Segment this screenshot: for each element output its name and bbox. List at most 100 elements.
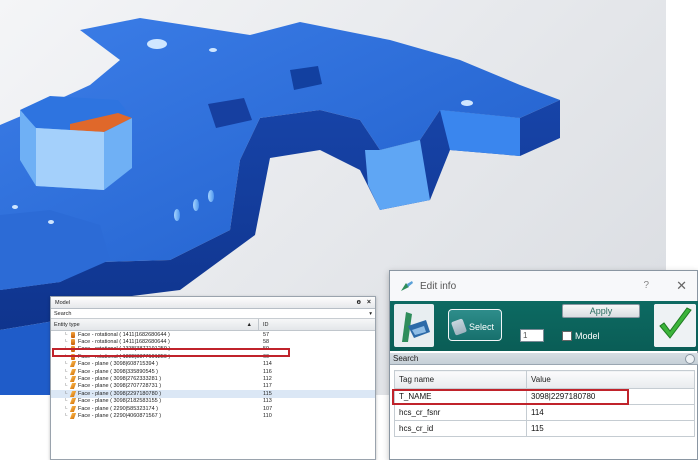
hole-top-4 [461, 100, 473, 106]
tree-row-label: Face - plane ( 2290|585323174 ) [78, 405, 159, 412]
tree-row-label: Face - plane ( 2290|4060871567 ) [78, 412, 162, 419]
column-value[interactable]: Value [526, 370, 695, 389]
tree-row-id: 113 [263, 398, 272, 405]
tree-row-id: 117 [263, 383, 272, 390]
dialog-toolbar: Select 1 Apply Model [390, 301, 698, 351]
tree-row-id: 107 [263, 405, 273, 412]
tag-name-cell: hcs_cr_fsnr [394, 404, 527, 421]
ok-checkmark-icon[interactable] [654, 304, 696, 347]
plane-face-icon [69, 398, 77, 405]
rotational-face-icon [71, 339, 75, 346]
plane-face-icon [69, 390, 77, 397]
dialog-search-label: Search [393, 354, 419, 363]
tree-row-id: 58 [263, 339, 270, 346]
hole-left [12, 205, 18, 209]
tag-table-header: Tag name Value [394, 370, 695, 389]
tree-connector: └ [63, 331, 68, 338]
model-tree-panel: Model ɵ × Search ▾ Entity type ▲ ID └ Face… [50, 296, 376, 460]
model-search-bar[interactable]: Search ▾ [51, 309, 375, 319]
model-tree-rows: └ Face - rotational ( 1411|1682680644 ) 57… [51, 331, 375, 420]
model-checkbox[interactable]: Model [562, 331, 600, 341]
tree-row-label: Face - plane ( 3098|608715394 ) [78, 361, 159, 368]
rotational-face-icon [71, 331, 75, 338]
close-icon[interactable]: × [367, 299, 371, 306]
tree-connector: └ [63, 339, 68, 346]
plane-face-icon [69, 412, 77, 419]
edit-info-icon [401, 281, 413, 291]
plane-face-icon [69, 405, 77, 412]
tree-row-entity: └ Face - rotational ( 1411|1682680644 ) [51, 339, 261, 346]
selection-count-field[interactable]: 1 [520, 329, 544, 342]
tree-row[interactable]: └ Face - plane ( 3098|2297180780 ) 115 [51, 390, 375, 398]
select-cursor-icon [450, 318, 468, 336]
tree-row-id: 114 [263, 361, 272, 368]
help-button[interactable]: ? [643, 280, 649, 291]
plane-face-icon [69, 383, 77, 390]
tag-value-cell[interactable]: 115 [526, 420, 695, 437]
tree-row-id: 57 [263, 331, 270, 338]
tree-row-entity: └ Face - plane ( 3098|2762333281 ) [51, 376, 261, 383]
apply-button[interactable]: Apply [562, 304, 640, 318]
model-panel-titlebar: Model ɵ × [51, 297, 375, 309]
side-hole-1 [174, 209, 180, 221]
close-button[interactable]: ✕ [676, 278, 687, 294]
tag-row[interactable]: hcs_cr_id 115 [394, 420, 695, 437]
tree-row-label: Face - rotational ( 1411|1682680644 ) [78, 331, 170, 338]
tree-row[interactable]: └ Face - plane ( 3098|2762333281 ) 112 [51, 375, 375, 383]
dialog-title: Edit info [420, 280, 457, 292]
column-tag-name[interactable]: Tag name [394, 370, 527, 389]
plane-face-icon [69, 376, 77, 383]
tree-row[interactable]: └ Face - rotational ( 1411|1682680644 ) 58 [51, 338, 375, 346]
plane-face-icon [69, 361, 77, 368]
hole-left-2 [48, 220, 54, 224]
sort-arrow-icon: ▲ [246, 321, 252, 328]
tree-row-id: 115 [263, 390, 272, 397]
select-button[interactable]: Select [448, 309, 502, 341]
tree-row-label: Face - plane ( 3098|2707728731 ) [78, 383, 162, 390]
side-hole-3 [208, 190, 214, 202]
column-entity-type[interactable]: Entity type [54, 322, 80, 328]
chevron-down-icon[interactable]: ▾ [369, 311, 372, 317]
tree-row-entity: └ Face - rotational ( 1411|1682680644 ) [51, 331, 261, 338]
expand-chevron-icon[interactable] [685, 354, 695, 364]
tag-name-cell: hcs_cr_id [394, 420, 527, 437]
tree-row[interactable]: └ Face - rotational ( 1411|1682680644 ) 57 [51, 331, 375, 338]
hole-top-1 [147, 39, 167, 49]
tree-row[interactable]: └ Face - plane ( 2290|4060871567 ) 110 [51, 412, 375, 419]
model-table-header: Entity type ▲ ID [51, 319, 375, 331]
tag-value-cell[interactable]: 114 [526, 404, 695, 421]
tree-row-label: Face - plane ( 3098|2297180780 ) [78, 390, 162, 397]
edit-info-dialog: Edit info ? ✕ Select 1 Apply Model Searc… [389, 270, 698, 460]
tag-row[interactable]: hcs_cr_fsnr 114 [394, 404, 695, 421]
tree-row-entity: └ Face - plane ( 3098|2182583155 ) [51, 398, 261, 405]
model-search-label: Search [54, 310, 72, 317]
tree-row[interactable]: └ Face - plane ( 3098|608715394 ) 114 [51, 361, 375, 368]
tree-row[interactable]: └ Face - plane ( 2290|585323174 ) 107 [51, 405, 375, 412]
pin-icon[interactable]: ɵ [357, 299, 361, 306]
hole-top-2 [209, 48, 217, 52]
tree-row[interactable]: └ Face - plane ( 3098|335890545 ) 116 [51, 368, 375, 375]
dialog-search-bar[interactable]: Search [390, 353, 698, 365]
tree-row-entity: └ Face - plane ( 3098|608715394 ) [51, 361, 261, 368]
column-id[interactable]: ID [259, 322, 269, 328]
tree-row-entity: └ Face - plane ( 3098|2707728731 ) [51, 383, 261, 390]
edit-tool-icon[interactable] [394, 304, 434, 347]
tree-row-entity: └ Face - plane ( 3098|335890545 ) [51, 368, 261, 375]
t-name-row-highlight [392, 389, 629, 405]
tree-row-label: Face - plane ( 3098|335890545 ) [78, 368, 159, 375]
model-checkbox-label: Model [575, 331, 600, 341]
tree-row[interactable]: └ Face - plane ( 3098|2182583155 ) 113 [51, 398, 375, 405]
model-panel-title: Model [55, 299, 70, 306]
checkbox-box[interactable] [562, 331, 572, 341]
tree-row-entity: └ Face - plane ( 3098|2297180780 ) [51, 390, 261, 397]
select-button-label: Select [468, 322, 494, 332]
tree-row-id: 112 [263, 376, 272, 383]
tree-row-label: Face - plane ( 3098|2182583155 ) [78, 398, 162, 405]
side-hole-2 [193, 199, 199, 211]
plane-face-icon [69, 368, 77, 375]
dialog-titlebar: Edit info ? ✕ [390, 271, 697, 301]
tree-row-entity: └ Face - plane ( 2290|4060871567 ) [51, 412, 261, 419]
selected-row-highlight [52, 348, 290, 358]
tree-row[interactable]: └ Face - plane ( 3098|2707728731 ) 117 [51, 383, 375, 390]
tree-row-entity: └ Face - plane ( 2290|585323174 ) [51, 405, 261, 412]
